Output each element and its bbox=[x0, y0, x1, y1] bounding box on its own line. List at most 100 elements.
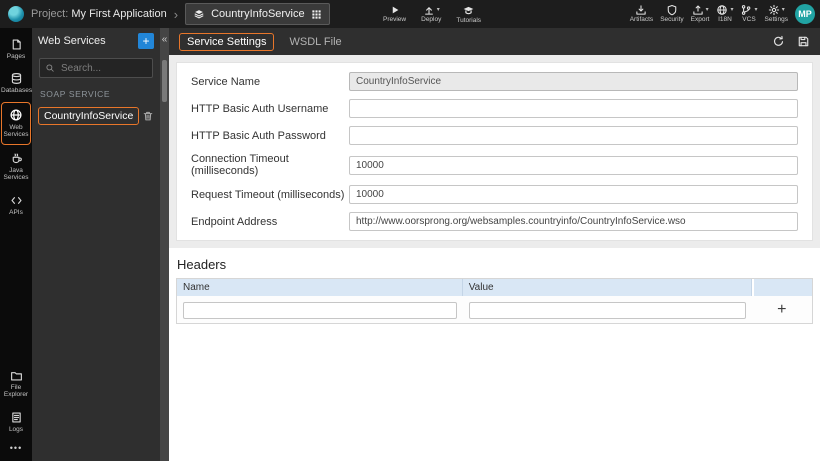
column-header-actions bbox=[751, 279, 812, 296]
sidebar-item-apis[interactable]: APIs bbox=[1, 189, 31, 221]
pages-icon bbox=[12, 39, 21, 50]
basic-auth-password-field[interactable] bbox=[349, 126, 798, 145]
security-button[interactable]: Security bbox=[660, 4, 684, 24]
sidebar-item-label: Logs bbox=[8, 425, 24, 433]
tutorials-button[interactable]: Tutorials bbox=[456, 4, 481, 25]
security-label: Security bbox=[660, 16, 684, 24]
tab-service-settings[interactable]: Service Settings bbox=[179, 32, 275, 51]
artifacts-button[interactable]: Artifacts bbox=[630, 4, 653, 24]
apis-icon bbox=[10, 196, 22, 204]
field-label: Request Timeout (milliseconds) bbox=[191, 188, 345, 201]
collapse-panel-icon[interactable]: « bbox=[160, 28, 169, 45]
export-label: Export bbox=[690, 16, 710, 24]
headers-section: Headers Name Value + bbox=[169, 248, 820, 324]
topbar-center-actions: Preview ▾ Deploy Tutorials bbox=[383, 0, 481, 28]
scrollbar-thumb[interactable] bbox=[162, 60, 167, 102]
search-input[interactable] bbox=[59, 61, 147, 75]
grid-icon[interactable] bbox=[311, 9, 322, 20]
service-list-item[interactable]: CountryInfoService bbox=[32, 106, 160, 126]
vcs-button[interactable]: ▾ VCS bbox=[740, 4, 758, 24]
project-name[interactable]: My First Application bbox=[71, 8, 166, 20]
settings-button[interactable]: ▾ Settings bbox=[765, 4, 788, 24]
refresh-icon[interactable] bbox=[772, 35, 785, 48]
active-service-chip[interactable]: CountryInfoService bbox=[185, 3, 330, 25]
settings-form-zone: Service Name HTTP Basic Auth Username HT… bbox=[169, 55, 820, 248]
preview-button[interactable]: Preview bbox=[383, 4, 406, 24]
search-box bbox=[39, 58, 153, 78]
globe-icon bbox=[10, 109, 22, 121]
form-row-endpoint: Endpoint Address bbox=[177, 208, 812, 235]
connection-timeout-field[interactable] bbox=[349, 155, 798, 175]
caret-down-icon: ▾ bbox=[781, 7, 785, 14]
column-header-name: Name bbox=[177, 279, 463, 296]
topbar-right-actions: Artifacts Security ▾ Export ▾ I18N ▾ VCS… bbox=[630, 0, 815, 28]
project-breadcrumb: Project: My First Application bbox=[31, 8, 167, 20]
header-table-row: + bbox=[177, 296, 812, 323]
deploy-button[interactable]: ▾ Deploy bbox=[421, 4, 441, 24]
user-avatar[interactable]: MP bbox=[795, 4, 815, 24]
caret-down-icon: ▾ bbox=[705, 7, 709, 14]
tutorials-icon bbox=[463, 6, 474, 14]
tab-wsdl-file[interactable]: WSDL File bbox=[282, 34, 348, 50]
topbar: Project: My First Application › CountryI… bbox=[0, 0, 820, 28]
sidebar-item-pages[interactable]: Pages bbox=[1, 33, 31, 65]
project-label: Project: bbox=[31, 8, 69, 20]
service-item-name[interactable]: CountryInfoService bbox=[38, 107, 140, 125]
add-service-button[interactable]: + bbox=[138, 33, 154, 49]
service-name-field[interactable] bbox=[349, 72, 798, 91]
add-header-button[interactable]: + bbox=[773, 301, 790, 318]
artifacts-icon bbox=[636, 5, 647, 15]
logs-icon bbox=[11, 411, 21, 423]
i18n-icon bbox=[717, 5, 728, 15]
header-name-input[interactable] bbox=[183, 302, 457, 319]
i18n-button[interactable]: ▾ I18N bbox=[716, 4, 733, 24]
panel-title: Web Services bbox=[38, 35, 106, 47]
request-timeout-field[interactable] bbox=[349, 185, 798, 204]
java-cup-icon bbox=[12, 153, 22, 164]
activity-bar-spacer bbox=[0, 222, 32, 362]
vcs-label: VCS bbox=[742, 16, 756, 24]
form-row-username: HTTP Basic Auth Username bbox=[177, 95, 812, 122]
endpoint-address-field[interactable] bbox=[349, 212, 798, 231]
sidebar-item-java-services[interactable]: Java Services bbox=[1, 147, 31, 187]
search-icon bbox=[46, 64, 54, 72]
sidebar-item-file-explorer[interactable]: File Explorer bbox=[1, 364, 31, 404]
soap-service-section-label: SOAP SERVICE bbox=[40, 89, 111, 99]
folder-icon bbox=[10, 371, 22, 381]
basic-auth-username-field[interactable] bbox=[349, 99, 798, 118]
service-settings-card: Service Name HTTP Basic Auth Username HT… bbox=[176, 62, 813, 241]
play-icon bbox=[392, 6, 398, 14]
field-label: Service Name bbox=[191, 75, 261, 88]
more-options-icon[interactable]: ••• bbox=[0, 439, 32, 457]
chevron-right-icon: › bbox=[173, 6, 179, 22]
tutorials-label: Tutorials bbox=[456, 16, 482, 24]
export-icon bbox=[692, 5, 703, 15]
field-label: Endpoint Address bbox=[191, 215, 278, 228]
sidebar-item-databases[interactable]: Databases bbox=[1, 67, 33, 99]
sidebar-item-label: Java Services bbox=[3, 166, 29, 182]
main-area: Service Settings WSDL File Service Name … bbox=[169, 28, 820, 461]
caret-down-icon: ▾ bbox=[730, 7, 734, 14]
save-icon[interactable] bbox=[797, 35, 810, 48]
caret-down-icon: ▾ bbox=[754, 7, 758, 14]
delete-service-button[interactable] bbox=[142, 110, 154, 122]
panel-header: Web Services + bbox=[32, 28, 160, 54]
column-header-value: Value bbox=[463, 279, 752, 296]
panel-splitter[interactable]: « bbox=[160, 28, 169, 461]
deploy-label: Deploy bbox=[421, 16, 442, 24]
sidebar-item-web-services[interactable]: Web Services bbox=[1, 101, 31, 145]
form-row-connection-timeout: Connection Timeout (milliseconds) bbox=[177, 149, 812, 181]
i18n-label: I18N bbox=[718, 16, 732, 24]
field-label: HTTP Basic Auth Password bbox=[191, 129, 326, 142]
export-button[interactable]: ▾ Export bbox=[690, 4, 710, 24]
form-row-request-timeout: Request Timeout (milliseconds) bbox=[177, 181, 812, 208]
field-label: HTTP Basic Auth Username bbox=[191, 102, 329, 115]
form-row-password: HTTP Basic Auth Password bbox=[177, 122, 812, 149]
app-window: Project: My First Application › CountryI… bbox=[0, 0, 820, 461]
sidebar-item-label: Databases bbox=[1, 87, 33, 95]
app-logo-icon[interactable] bbox=[8, 6, 24, 22]
preview-label: Preview bbox=[383, 16, 407, 24]
sidebar-item-logs[interactable]: Logs bbox=[1, 406, 31, 438]
settings-gear-icon bbox=[768, 5, 779, 16]
header-value-input[interactable] bbox=[468, 302, 746, 319]
